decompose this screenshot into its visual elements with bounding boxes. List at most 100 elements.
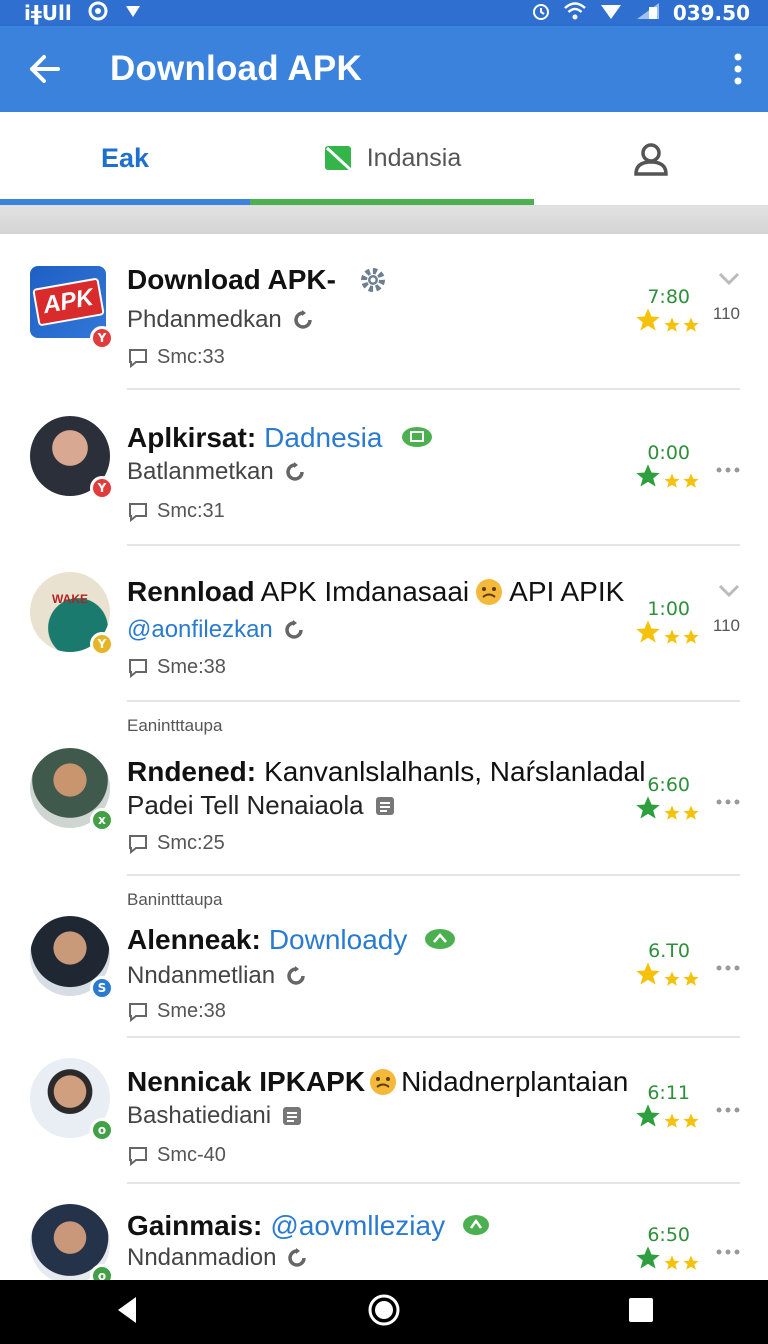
flag-icon	[324, 145, 354, 173]
avatar: x	[30, 748, 114, 832]
comment-icon	[129, 502, 147, 522]
more-vert-icon	[734, 53, 742, 85]
nav-back-button[interactable]	[114, 1295, 140, 1330]
rating-count: 110	[712, 304, 740, 323]
more-horiz-icon[interactable]	[716, 964, 740, 972]
star-icon	[636, 464, 660, 487]
apk-logo: APK	[31, 277, 105, 327]
item-title-accent: Dadnesia	[264, 422, 383, 453]
signal-icon	[599, 1, 623, 26]
star-rating	[634, 1244, 700, 1272]
back-button[interactable]	[0, 26, 90, 112]
list-item[interactable]: APK Y Download APK- Phdanmedkan Smc:33 7…	[0, 234, 768, 390]
tab-indansia[interactable]: Indansia	[250, 112, 534, 205]
circle-home-icon	[368, 1294, 400, 1325]
section-label: Banintttaupa	[127, 890, 223, 909]
refresh-icon	[288, 1248, 307, 1267]
item-title-rest: Kanvanlslalhanls, Naŕslanladal	[264, 756, 646, 787]
item-title: Nennicak IPKAPK	[127, 1066, 366, 1097]
status-bar: iǂUll 039.50	[0, 0, 768, 26]
star-icon	[683, 971, 699, 986]
item-divider	[127, 874, 740, 876]
overflow-menu-button[interactable]	[708, 26, 768, 112]
star-icon	[664, 971, 680, 986]
star-icon	[664, 1113, 680, 1128]
nav-recents-button[interactable]	[628, 1297, 654, 1328]
more-horiz-icon[interactable]	[716, 1248, 740, 1256]
star-icon	[636, 1246, 660, 1269]
list-item[interactable]: Banintttaupa S Alenneak: Downloady Nndan…	[0, 878, 768, 1038]
status-badge: S	[90, 976, 114, 1000]
avatar: o	[30, 1058, 114, 1142]
item-title-accent: Downloady	[268, 924, 408, 955]
chat-bubble-icon	[402, 427, 433, 447]
chevron-down-icon[interactable]	[718, 272, 740, 286]
clock-time: 039.50	[672, 1, 750, 25]
item-subtitle: Bashatiediani	[127, 1102, 272, 1129]
item-subtitle: Batlanmetkan	[127, 458, 274, 485]
star-icon	[664, 473, 680, 488]
star-icon	[636, 962, 660, 985]
list-item[interactable]: o Gainmais: @aovmlleziay Nndanmadion 6:5…	[0, 1184, 768, 1280]
battery-icon	[635, 1, 661, 26]
emoji-icon	[370, 1069, 397, 1095]
item-title: Rennload	[127, 576, 255, 607]
system-nav-bar	[0, 1280, 768, 1344]
avatar: Y	[30, 416, 114, 500]
wifi-icon	[563, 1, 587, 26]
item-title: Rndened:	[127, 756, 257, 787]
star-icon	[683, 317, 699, 332]
rating-block: 6:50	[620, 1224, 740, 1280]
refresh-icon	[286, 462, 304, 481]
signal-indicator: iǂUll	[24, 1, 72, 25]
rating-value: 6:60	[647, 774, 690, 796]
list-item[interactable]: Y Aplkirsat: Dadnesia Batlanmetkan Smc:3…	[0, 390, 768, 546]
alarm-icon	[531, 1, 551, 26]
star-icon	[683, 473, 699, 488]
more-horiz-icon[interactable]	[716, 798, 740, 806]
more-horiz-icon[interactable]	[716, 1106, 740, 1114]
star-icon	[664, 805, 680, 820]
wake-logo: WAKE	[52, 592, 88, 606]
item-title: Download APK-	[127, 264, 336, 295]
rating-value: 6:11	[647, 1082, 690, 1104]
app-icon: APK Y	[30, 266, 114, 350]
list-item[interactable]: o Nennicak IPKAPK Nidadnerplantaian Bash…	[0, 1038, 768, 1184]
tab-profile[interactable]	[534, 112, 768, 205]
tab-eak[interactable]: Eak	[0, 112, 250, 205]
item-subtitle: @aonfilezkan	[127, 616, 273, 643]
list-item[interactable]: WAKE Y Rennload APK Imdanasaai API APIK …	[0, 546, 768, 702]
rating-value: 1:00	[647, 598, 690, 620]
star-icon	[636, 1104, 660, 1127]
chevron-down-icon[interactable]	[718, 584, 740, 598]
chat-bubble-icon	[425, 929, 456, 949]
star-icon	[683, 1113, 699, 1128]
tab-label: Eak	[100, 143, 150, 173]
comment-icon	[129, 1146, 147, 1166]
star-icon	[683, 805, 699, 820]
rating-value: 0:00	[647, 442, 690, 464]
star-rating	[634, 618, 700, 646]
list-item[interactable]: Eanintttaupa x Rndened: Kanvanlslalhanls…	[0, 702, 768, 878]
star-icon	[636, 308, 660, 331]
item-title-accent: @aovmlleziay	[270, 1210, 446, 1241]
comment-icon	[129, 1002, 147, 1022]
status-badge: o	[90, 1264, 114, 1280]
document-icon	[375, 796, 394, 815]
more-horiz-icon[interactable]	[716, 466, 740, 474]
item-subtitle: Nndanmadion	[127, 1244, 277, 1271]
item-subtitle: Phdanmedkan	[127, 306, 282, 333]
rating-value: 6.T0	[648, 940, 690, 962]
sync-icon	[88, 1, 108, 26]
rating-block: 0:00	[620, 442, 740, 502]
nav-home-button[interactable]	[367, 1293, 401, 1332]
status-badge: Y	[90, 326, 114, 350]
square-recents-icon	[629, 1297, 654, 1322]
section-label: Eanintttaupa	[127, 716, 223, 735]
item-title: Alenneak:	[127, 924, 261, 955]
location-icon	[124, 1, 142, 25]
star-icon	[683, 629, 699, 644]
star-icon	[664, 629, 680, 644]
comment-icon	[129, 834, 147, 854]
star-rating	[634, 794, 700, 822]
